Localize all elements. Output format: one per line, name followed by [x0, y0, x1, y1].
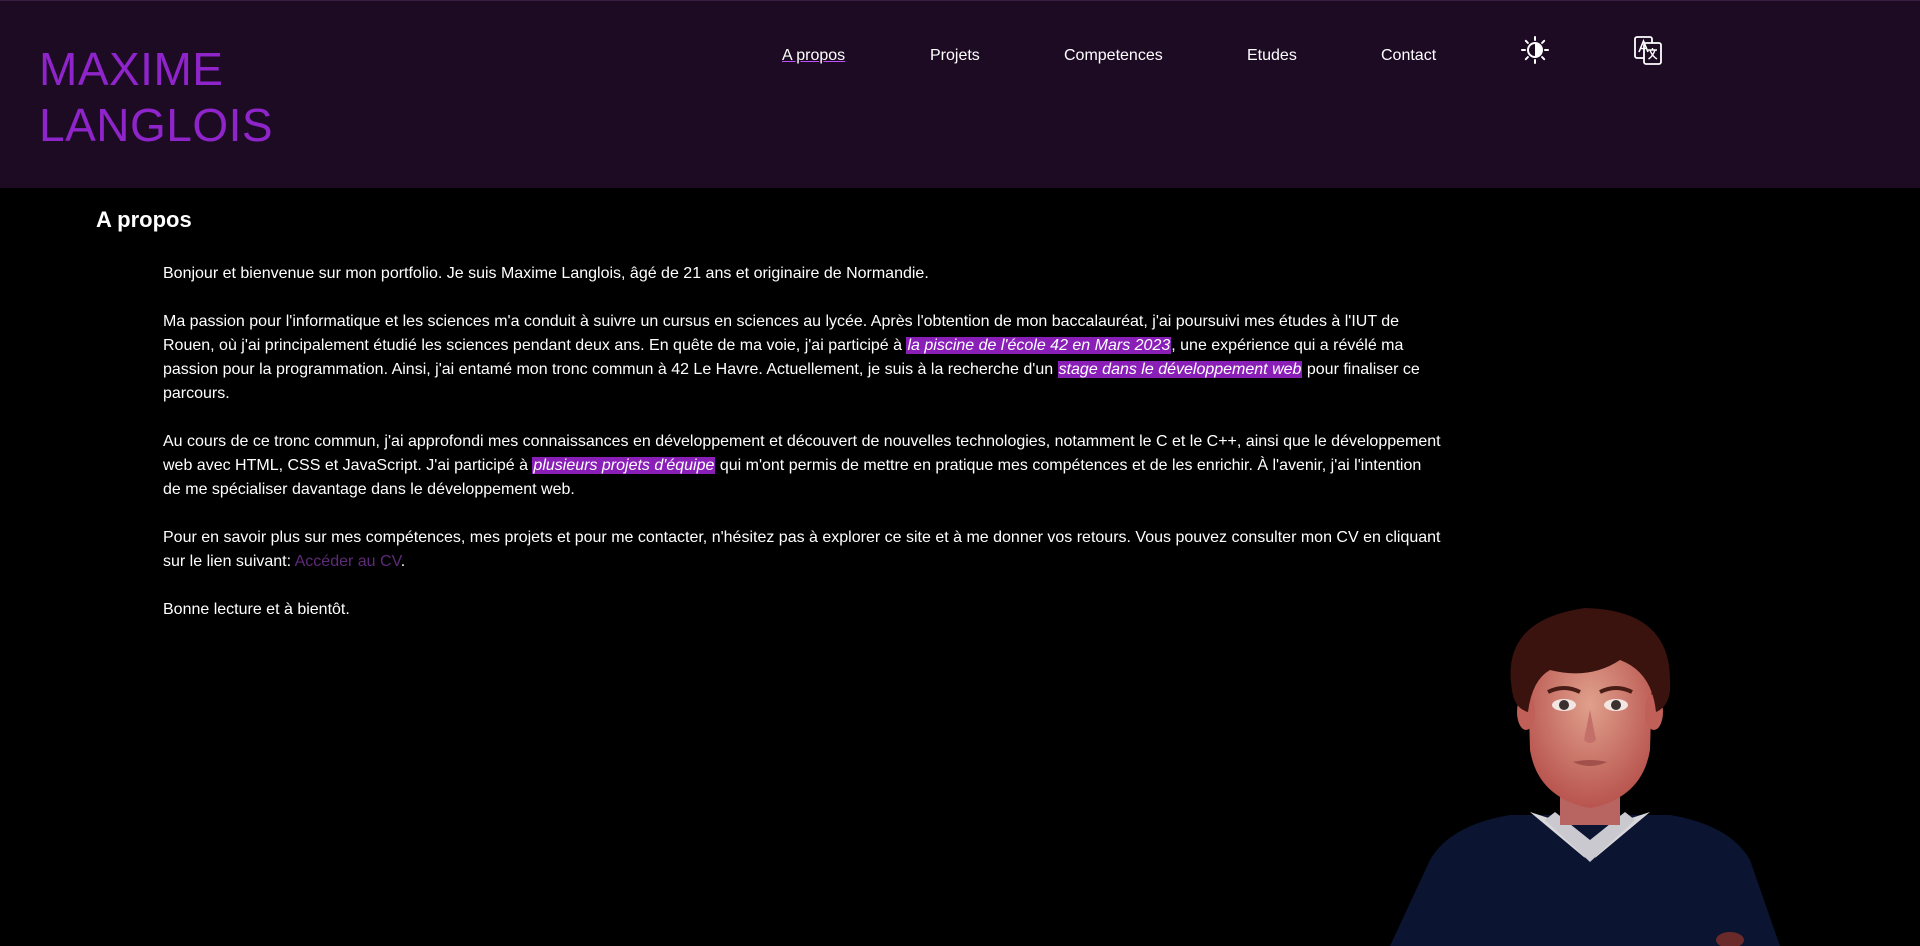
highlight-stage: stage dans le développement web	[1057, 361, 1303, 378]
contact-paragraph: Pour en savoir plus sur mes compétences,…	[163, 526, 1443, 574]
avatar-3d-character	[1390, 608, 1780, 946]
logo-first-name: MAXIME	[39, 43, 224, 95]
nav-link-contact[interactable]: Contact	[1381, 47, 1436, 65]
contact-text-end: .	[400, 553, 406, 570]
nav-link-apropos[interactable]: A propos	[782, 47, 845, 65]
contrast-icon	[1521, 36, 1549, 64]
site-header: MAXIME LANGLOIS A propos Projets Compete…	[0, 0, 1920, 188]
theme-toggle-button[interactable]	[1519, 34, 1551, 66]
language-toggle-button[interactable]	[1632, 34, 1664, 66]
nav-link-etudes[interactable]: Etudes	[1247, 47, 1297, 65]
highlight-projets: plusieurs projets d'équipe	[532, 457, 716, 474]
site-logo[interactable]: MAXIME LANGLOIS	[39, 41, 273, 153]
logo-last-name: LANGLOIS	[39, 99, 274, 151]
about-content: Bonjour et bienvenue sur mon portfolio. …	[163, 262, 1443, 646]
nav-link-projets[interactable]: Projets	[930, 47, 980, 65]
closing-paragraph: Bonne lecture et à bientôt.	[163, 601, 350, 618]
passion-paragraph: Ma passion pour l'informatique et les sc…	[163, 310, 1443, 406]
nav-link-competences[interactable]: Competences	[1064, 47, 1163, 65]
highlight-piscine: la piscine de l'école 42 en Mars 2023	[906, 337, 1172, 354]
intro-paragraph: Bonjour et bienvenue sur mon portfolio. …	[163, 265, 929, 282]
cv-link[interactable]: Accéder au CV	[295, 553, 401, 570]
translate-icon	[1634, 36, 1662, 65]
tronc-commun-paragraph: Au cours de ce tronc commun, j'ai approf…	[163, 430, 1443, 502]
section-title: A propos	[96, 207, 192, 232]
